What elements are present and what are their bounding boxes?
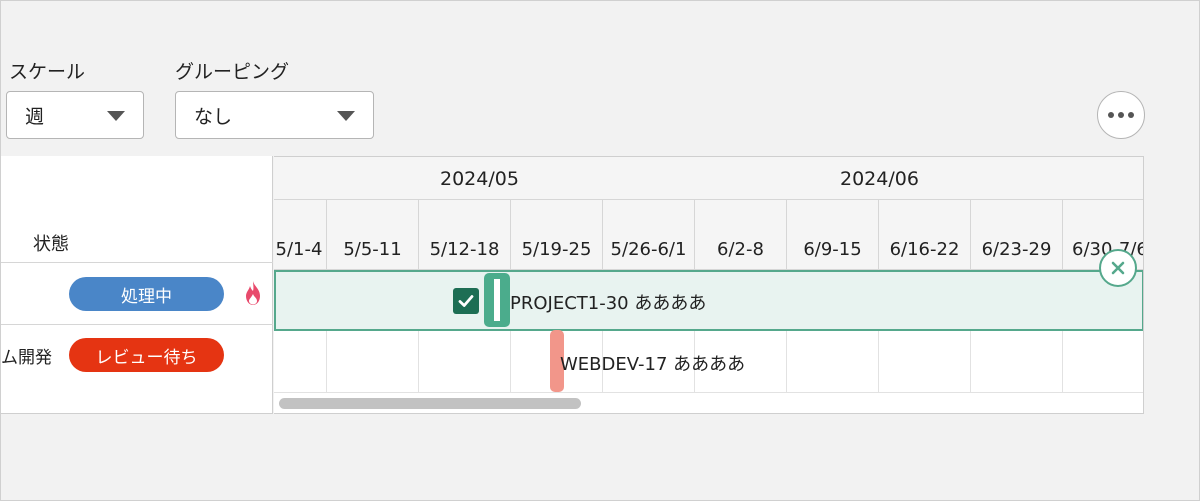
week-label: 6/9-15 <box>786 200 878 270</box>
week-label: 6/23-29 <box>970 200 1062 270</box>
task-table: 状態 処理中 ム開発 レビュー待ち <box>1 156 273 414</box>
scale-label: スケール <box>9 61 86 83</box>
week-label: 6/16-22 <box>878 200 970 270</box>
app-frame: スケール 週 グルーピング なし 状態 処理中 ム開発 レビュー待ち 2024/… <box>0 0 1200 501</box>
more-options-button[interactable] <box>1097 91 1145 139</box>
task-bar-handle[interactable] <box>484 273 510 327</box>
week-label: 5/5-11 <box>326 200 418 270</box>
chevron-down-icon <box>337 111 355 121</box>
table-row[interactable]: 処理中 <box>1 262 273 324</box>
week-label: 5/1-4 <box>275 239 323 260</box>
row-name: ム開発 <box>1 348 52 368</box>
grouping-label: グルーピング <box>175 61 290 83</box>
week-label: 5/12-18 <box>418 200 510 270</box>
state-column-header: 状態 <box>33 234 69 255</box>
horizontal-scrollbar[interactable] <box>274 393 1143 413</box>
more-horizontal-icon <box>1108 112 1114 118</box>
table-row[interactable]: ム開発 レビュー待ち <box>1 324 273 386</box>
task-label[interactable]: WEBDEV-17 ああああ <box>560 350 745 376</box>
check-icon <box>458 295 474 307</box>
month-header: 2024/05 2024/06 <box>274 157 1143 200</box>
scale-select-value: 週 <box>25 105 45 128</box>
grouping-select[interactable]: なし <box>175 91 374 139</box>
task-label[interactable]: PROJECT1-30 ああああ <box>510 289 706 315</box>
month-label: 2024/05 <box>440 168 519 190</box>
week-label: 5/26-6/1 <box>602 200 694 270</box>
gantt-chart: 2024/05 2024/06 5/1-4 5/5-11 5/12-18 5/1… <box>274 156 1144 414</box>
close-icon <box>1111 261 1125 275</box>
fire-icon <box>243 280 263 310</box>
chevron-down-icon <box>107 111 125 121</box>
week-label: 5/19-25 <box>510 200 602 270</box>
status-badge[interactable]: レビュー待ち <box>69 338 224 372</box>
close-button[interactable] <box>1099 249 1137 287</box>
month-label: 2024/06 <box>840 168 919 190</box>
task-checkbox[interactable] <box>453 288 479 314</box>
scale-select[interactable]: 週 <box>6 91 144 139</box>
week-label: 6/2-8 <box>694 200 786 270</box>
status-badge[interactable]: 処理中 <box>69 277 224 311</box>
scrollbar-thumb[interactable] <box>279 398 581 409</box>
gantt-row-selected[interactable] <box>274 270 1143 331</box>
grouping-select-value: なし <box>194 105 233 128</box>
week-header: 5/1-4 5/5-11 5/12-18 5/19-25 5/26-6/1 6/… <box>274 200 1143 270</box>
